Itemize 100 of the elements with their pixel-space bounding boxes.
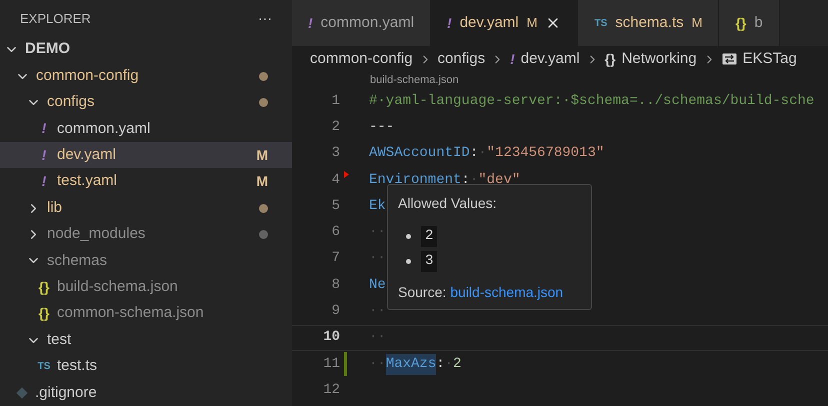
file-name: test.ts [57, 356, 98, 376]
folder-row[interactable]: schemas [0, 248, 292, 274]
folder-row[interactable]: configs [0, 89, 292, 116]
file-name: build-schema.json [57, 276, 178, 297]
code-token: AWSAccountID [369, 144, 470, 164]
line-number: 4 [330, 170, 340, 190]
file-name: lib [47, 198, 62, 218]
code-token: : [461, 170, 470, 190]
editor-tab[interactable]: {} b [719, 0, 780, 46]
file-type-icon: {} [38, 303, 50, 324]
file-type-icon: ! [42, 118, 46, 140]
code-token: ·· [369, 302, 386, 322]
code-token: "123456789013" [486, 144, 604, 164]
editor-tab[interactable]: TS schema.ts M [578, 0, 720, 46]
file-name: node_modules [47, 224, 146, 244]
line-number: 1 [330, 92, 340, 111]
file-row[interactable]: TS test.ts [0, 353, 292, 380]
line-number: 11 [322, 354, 340, 374]
code-token: ·· [369, 354, 386, 374]
code-token: ·· [369, 249, 386, 268]
more-button[interactable]: ··· [258, 8, 272, 29]
allowed-value: 2 [421, 226, 438, 247]
code-token: Environment [369, 170, 462, 190]
folder-row[interactable]: common-config [0, 62, 292, 90]
file-row[interactable]: .gitignore [0, 380, 292, 406]
modified-label: M [526, 14, 538, 32]
breadcrumb-item[interactable]: EKSTag [742, 48, 797, 70]
editor-tab[interactable]: ! dev.yaml M [431, 0, 578, 46]
file-row[interactable]: ! test.yaml M [0, 168, 292, 195]
file-type-icon: ! [42, 144, 46, 166]
file-name: configs [47, 92, 95, 112]
file-name: test [47, 330, 72, 350]
code-token: MaxAzs [386, 354, 436, 375]
file-row[interactable]: ! dev.yaml M [0, 142, 292, 168]
line-number: 10 [322, 328, 340, 348]
tab-label: schema.ts [615, 12, 684, 33]
line-number: 6 [330, 223, 340, 242]
code-token: --- [369, 118, 394, 137]
file-type-icon: {} [735, 12, 746, 34]
modified-label: M [256, 146, 268, 165]
hover-title: Allowed Values: [398, 194, 498, 213]
codelens[interactable]: build-schema.json [292, 72, 828, 88]
file-row[interactable]: {} common-schema.json [0, 300, 292, 327]
breadcrumb-item[interactable]: Networking [622, 48, 697, 70]
file-type-icon: ! [510, 48, 515, 70]
breadcrumb-item[interactable]: configs [438, 48, 486, 70]
folder-row[interactable]: node_modules [0, 221, 292, 248]
editor-tab[interactable]: ! common.yaml [292, 0, 432, 46]
symbol-icon [722, 53, 737, 65]
line-number: 3 [330, 144, 340, 164]
line-number: 5 [330, 196, 340, 216]
folder-row[interactable]: DEMO [0, 36, 292, 63]
folder-row[interactable]: test [0, 326, 292, 354]
file-name: dev.yaml [57, 145, 116, 166]
tab-label: b [754, 12, 763, 33]
file-type-icon: TS [38, 358, 50, 374]
code-token: #·yaml-language-server:·$schema=../schemas/build-sche [369, 92, 814, 111]
file-type-icon: ! [42, 171, 46, 192]
breadcrumb-item[interactable]: dev.yaml [520, 48, 580, 70]
line-number: 9 [330, 302, 340, 322]
file-name: DEMO [25, 39, 70, 60]
file-type-icon: ! [447, 12, 452, 34]
source-link[interactable]: build-schema.json [450, 282, 564, 303]
file-type-icon: {} [604, 48, 616, 70]
sidebar-title: EXPLORER [20, 10, 91, 28]
file-type-icon: {} [38, 276, 50, 298]
code-token: ·· [369, 328, 386, 348]
file-name: schemas [47, 250, 108, 271]
tab-label: common.yaml [320, 12, 414, 33]
line-number: 12 [322, 380, 340, 400]
file-type-icon: ! [308, 12, 313, 34]
code-token: Ek [369, 196, 386, 216]
code-token: : [470, 144, 478, 164]
source-label: Source: [398, 283, 446, 302]
file-row[interactable]: ! common.yaml [0, 116, 292, 142]
code-token: ·· [369, 223, 386, 242]
file-name: common-config [36, 66, 139, 86]
code-token: Ne [369, 276, 386, 295]
line-number: 7 [330, 249, 340, 268]
file-type-icon: TS [594, 16, 608, 30]
code-token: : [436, 354, 445, 374]
modified-label: M [692, 14, 702, 32]
folder-row[interactable]: lib [0, 194, 292, 222]
file-row[interactable]: {} build-schema.json [0, 274, 292, 300]
code-token: · [444, 354, 454, 374]
bullet-icon [406, 259, 411, 264]
bullet-icon [406, 234, 411, 239]
allowed-value: 3 [421, 251, 438, 272]
modified-label: M [256, 172, 268, 192]
code-token: 2 [453, 354, 462, 374]
file-name: common-schema.json [57, 303, 204, 324]
code-token: · [478, 144, 487, 164]
file-name: common.yaml [57, 118, 150, 139]
file-name: test.yaml [57, 171, 118, 192]
code-token: · [470, 170, 478, 190]
tab-label: dev.yaml [460, 12, 519, 33]
breadcrumb-item[interactable]: common-config [310, 48, 413, 70]
line-number: 2 [330, 118, 340, 137]
code-token: "dev" [478, 170, 520, 190]
line-number: 8 [330, 276, 340, 295]
